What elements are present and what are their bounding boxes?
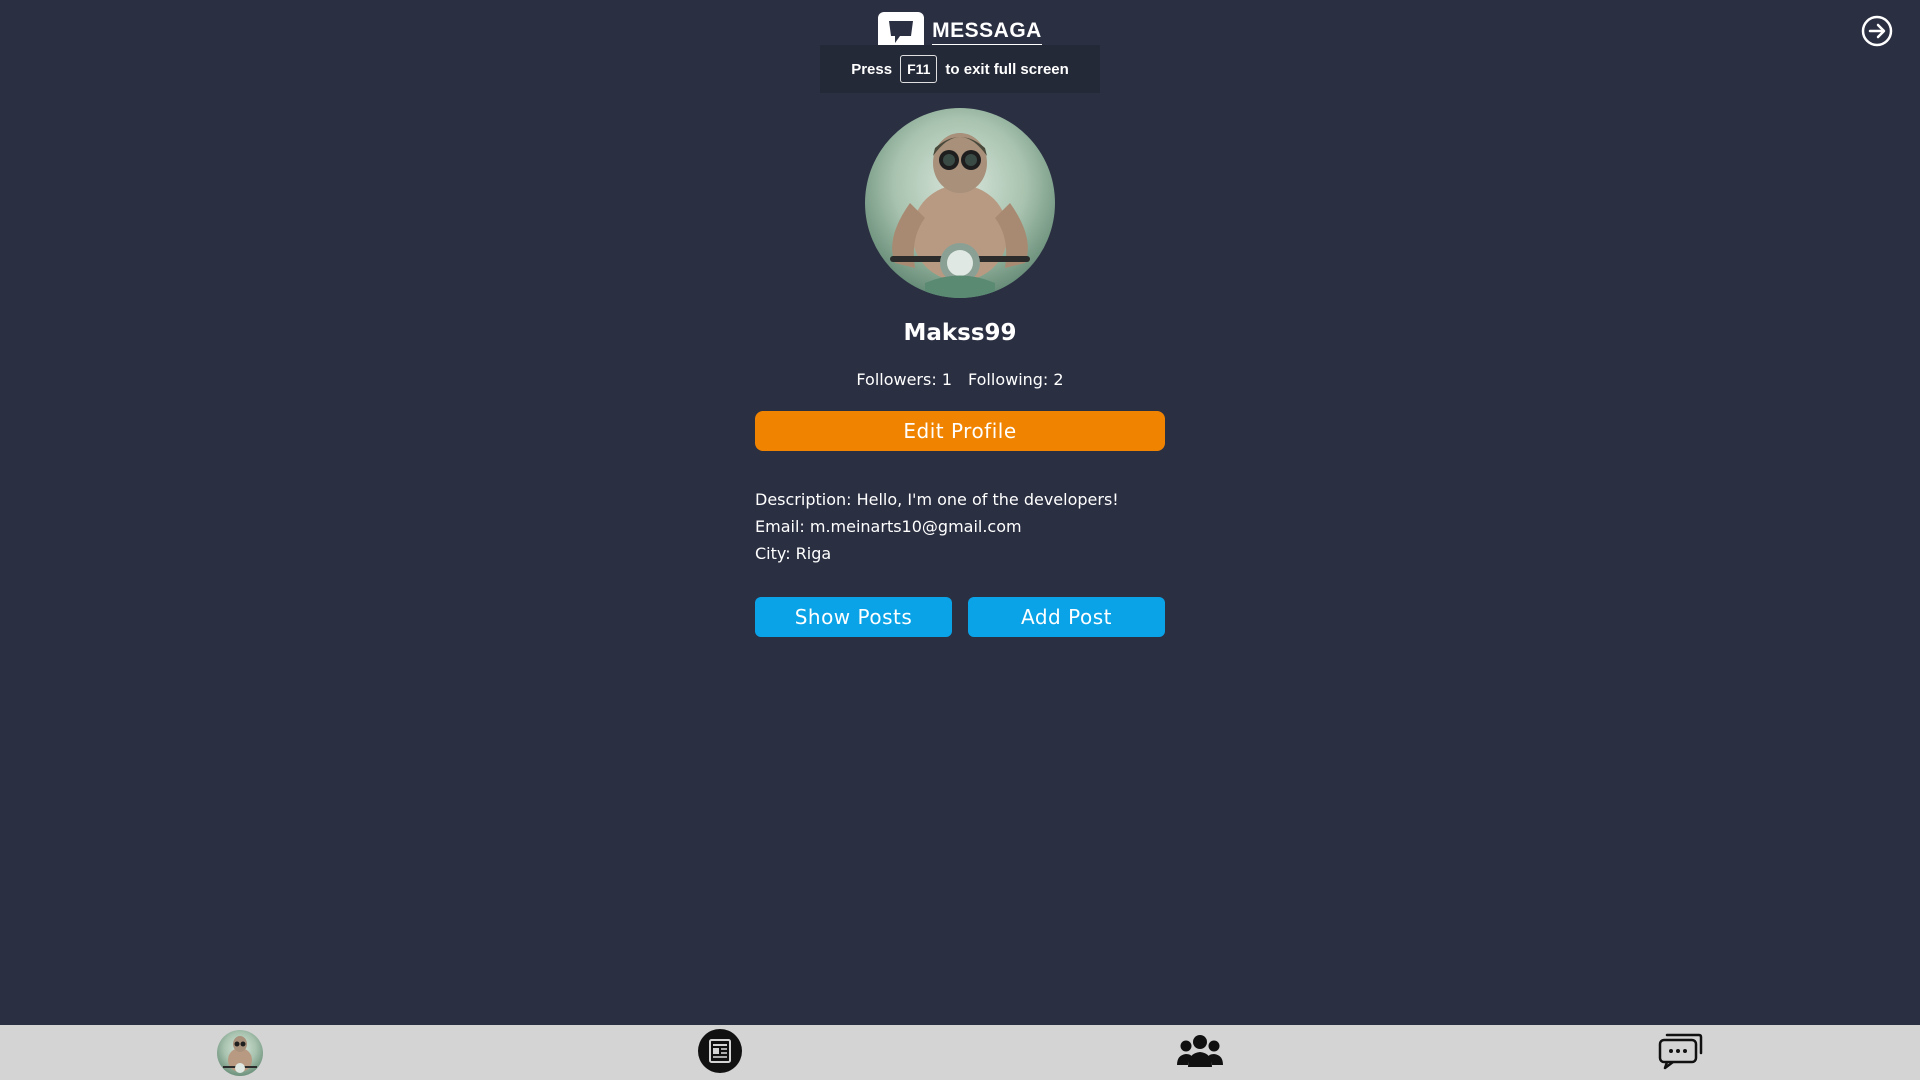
newspaper-icon	[697, 1028, 743, 1078]
profile-avatar-icon	[217, 1029, 263, 1076]
nav-item-friends[interactable]	[960, 1025, 1440, 1080]
profile-avatar	[865, 108, 1055, 298]
fullscreen-hint-press: Press	[851, 60, 893, 78]
app-name: MESSAGA	[932, 19, 1042, 46]
following-count[interactable]: Following: 2	[968, 370, 1064, 389]
followers-count[interactable]: Followers: 1	[856, 370, 952, 389]
profile-city: City: Riga	[755, 544, 832, 563]
post-actions: Show Posts Add Post	[755, 597, 1165, 637]
profile-email: Email: m.meinarts10@gmail.com	[755, 517, 1022, 536]
add-post-button[interactable]: Add Post	[968, 597, 1165, 637]
chat-messages-icon	[1657, 1031, 1703, 1075]
users-group-icon	[1176, 1031, 1224, 1075]
profile-info: Description: Hello, I'm one of the devel…	[755, 486, 1175, 567]
nav-item-profile[interactable]	[0, 1025, 480, 1080]
fullscreen-hint-key: F11	[900, 55, 938, 83]
username: Makss99	[903, 320, 1017, 346]
logout-arrow-icon[interactable]	[1860, 14, 1894, 48]
nav-item-news[interactable]	[480, 1025, 960, 1080]
edit-profile-button[interactable]: Edit Profile	[755, 411, 1165, 451]
fullscreen-hint: Press F11 to exit full screen	[820, 45, 1100, 93]
nav-item-messages[interactable]	[1440, 1025, 1920, 1080]
fullscreen-hint-suffix: to exit full screen	[945, 60, 1069, 78]
bottom-nav	[0, 1025, 1920, 1080]
profile-description: Description: Hello, I'm one of the devel…	[755, 490, 1119, 509]
show-posts-button[interactable]: Show Posts	[755, 597, 952, 637]
follow-stats: Followers: 1 Following: 2	[0, 370, 1920, 389]
